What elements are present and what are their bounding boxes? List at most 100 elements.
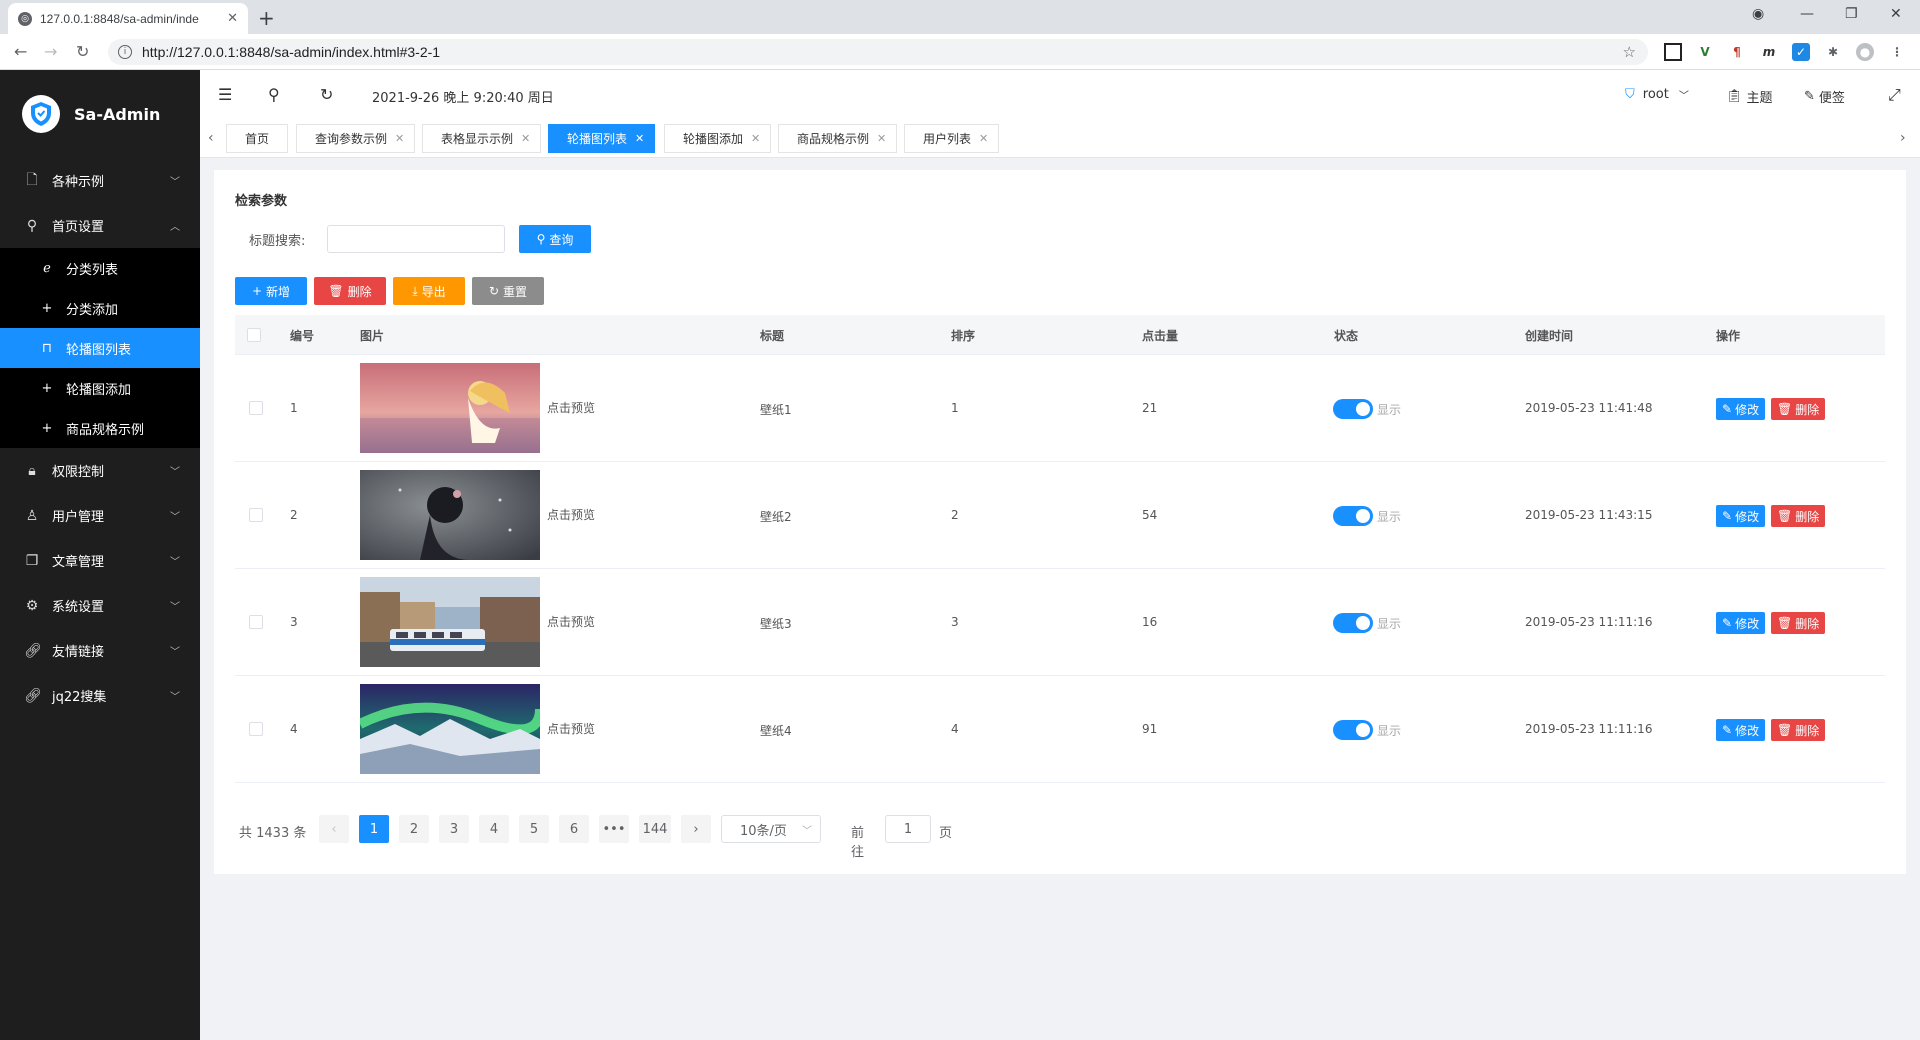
row-checkbox[interactable]: [249, 722, 263, 736]
menu-toggle-icon[interactable]: ☰: [218, 85, 232, 104]
delete-button[interactable]: 🗑︎ 删除: [1771, 719, 1826, 741]
row-checkbox[interactable]: [249, 615, 263, 629]
goto-page-input[interactable]: 1: [885, 815, 931, 843]
sidebar-item-system-settings[interactable]: ⚙ 系统设置 ﹀: [0, 583, 200, 628]
status-toggle[interactable]: [1333, 399, 1373, 419]
refresh-icon[interactable]: ↻: [320, 85, 333, 104]
status-toggle[interactable]: [1333, 613, 1373, 633]
prev-page-button[interactable]: ‹: [319, 815, 349, 843]
delete-button[interactable]: 🗑︎ 删除: [1771, 398, 1826, 420]
more-pages-button[interactable]: •••: [599, 815, 629, 843]
restore-icon[interactable]: ❐: [1845, 6, 1858, 22]
sidebar-item-category-list[interactable]: ℯ 分类列表: [0, 248, 200, 288]
edit-button[interactable]: ✎ 修改: [1716, 505, 1766, 527]
tab-query-params[interactable]: 查询参数示例 ✕: [296, 124, 416, 153]
batch-delete-button[interactable]: 🗑︎ 删除: [314, 277, 386, 305]
page-button[interactable]: 5: [519, 815, 549, 843]
delete-button[interactable]: 🗑︎ 删除: [1771, 505, 1826, 527]
tab-close-icon[interactable]: ✕: [877, 132, 886, 145]
carousel-image[interactable]: [360, 470, 540, 560]
edit-button[interactable]: ✎ 修改: [1716, 612, 1766, 634]
logo[interactable]: Sa-Admin: [0, 70, 200, 158]
minimize-icon[interactable]: —: [1800, 6, 1814, 22]
page-button[interactable]: 2: [399, 815, 429, 843]
tab-close-icon[interactable]: ✕: [979, 132, 988, 145]
extension-pilcrow-icon[interactable]: ¶: [1728, 43, 1746, 61]
bookmark-star-icon[interactable]: ☆: [1623, 43, 1636, 61]
tab-home[interactable]: 首页: [226, 124, 289, 153]
query-button[interactable]: ⚲ 查询: [519, 225, 591, 253]
status-toggle[interactable]: [1333, 506, 1373, 526]
preview-link[interactable]: 点击预览: [547, 506, 595, 523]
export-button[interactable]: ⤓ 导出: [393, 277, 465, 305]
page-size-select[interactable]: 10条/页 ﹀: [721, 815, 821, 843]
tab-product-spec[interactable]: 商品规格示例 ✕: [778, 124, 898, 153]
sidebar-item-carousel-add[interactable]: + 轮播图添加: [0, 368, 200, 408]
page-button[interactable]: 3: [439, 815, 469, 843]
profile-avatar-icon[interactable]: ●: [1856, 43, 1874, 61]
reset-button[interactable]: ↻ 重置: [472, 277, 544, 305]
edit-button[interactable]: ✎ 修改: [1716, 719, 1766, 741]
extension-shield-icon[interactable]: ✓: [1792, 43, 1810, 61]
preview-link[interactable]: 点击预览: [547, 399, 595, 416]
tab-carousel-add[interactable]: 轮播图添加 ✕: [664, 124, 772, 153]
status-toggle[interactable]: [1333, 720, 1373, 740]
tab-close-icon[interactable]: ✕: [521, 132, 530, 145]
close-tab-icon[interactable]: ✕: [227, 11, 238, 26]
extension-vue-icon[interactable]: V: [1696, 43, 1714, 61]
sidebar-item-jq22[interactable]: 🔗︎ jq22搜集 ﹀: [0, 673, 200, 718]
forward-icon[interactable]: →: [44, 42, 57, 61]
sidebar-item-articles[interactable]: ❐ 文章管理 ﹀: [0, 538, 200, 583]
user-menu[interactable]: ⛉ root ﹀: [1625, 87, 1689, 102]
preview-link[interactable]: 点击预览: [547, 720, 595, 737]
next-page-button[interactable]: ›: [681, 815, 711, 843]
sidebar-item-product-spec[interactable]: + 商品规格示例: [0, 408, 200, 448]
sidebar-item-carousel-list[interactable]: ⊓ 轮播图列表: [0, 328, 200, 368]
profile-dropdown-icon[interactable]: ◉: [1752, 6, 1764, 22]
tabs-scroll-right-icon[interactable]: ›: [1900, 130, 1906, 146]
carousel-image[interactable]: [360, 577, 540, 667]
select-all-checkbox[interactable]: [247, 328, 261, 342]
browser-tab[interactable]: ◎ 127.0.0.1:8848/sa-admin/inde ✕: [8, 3, 248, 34]
url-input[interactable]: i http://127.0.0.1:8848/sa-admin/index.h…: [108, 39, 1648, 65]
row-checkbox[interactable]: [249, 508, 263, 522]
note-button[interactable]: ✎ 便签: [1804, 87, 1845, 106]
tab-carousel-list[interactable]: 轮播图列表 ✕: [548, 124, 656, 153]
tab-close-icon[interactable]: ✕: [751, 132, 760, 145]
tab-table-display[interactable]: 表格显示示例 ✕: [422, 124, 542, 153]
browser-menu-icon[interactable]: ⋮: [1888, 43, 1906, 61]
sidebar-item-examples[interactable]: 🗋 各种示例 ﹀: [0, 158, 200, 203]
sidebar-item-home-settings[interactable]: ⚲ 首页设置 ︿: [0, 203, 200, 248]
window-close-icon[interactable]: ✕: [1890, 6, 1902, 22]
page-button[interactable]: 1: [359, 815, 389, 843]
title-search-input[interactable]: [327, 225, 505, 253]
preview-link[interactable]: 点击预览: [547, 613, 595, 630]
back-icon[interactable]: ←: [14, 42, 27, 61]
sidebar-item-category-add[interactable]: + 分类添加: [0, 288, 200, 328]
tab-close-icon[interactable]: ✕: [395, 132, 404, 145]
carousel-image[interactable]: [357, 684, 545, 774]
new-tab-icon[interactable]: +: [258, 6, 275, 30]
row-checkbox[interactable]: [249, 401, 263, 415]
search-icon[interactable]: ⚲: [268, 85, 280, 104]
info-icon[interactable]: i: [118, 45, 132, 59]
carousel-image[interactable]: [360, 363, 540, 453]
page-button[interactable]: 144: [639, 815, 671, 843]
page-button[interactable]: 4: [479, 815, 509, 843]
sidebar-item-permissions[interactable]: 🔒︎ 权限控制 ﹀: [0, 448, 200, 493]
tab-user-list[interactable]: 用户列表 ✕: [904, 124, 1000, 153]
sidebar-item-users[interactable]: ♙ 用户管理 ﹀: [0, 493, 200, 538]
extension-qr-icon[interactable]: [1664, 43, 1682, 61]
page-button[interactable]: 6: [559, 815, 589, 843]
theme-button[interactable]: 📋︎ 主题: [1726, 87, 1773, 106]
edit-button[interactable]: ✎ 修改: [1716, 398, 1766, 420]
add-button[interactable]: + 新增: [235, 277, 307, 305]
extensions-puzzle-icon[interactable]: ✱: [1824, 43, 1842, 61]
extension-m-icon[interactable]: m: [1760, 43, 1778, 61]
delete-button[interactable]: 🗑︎ 删除: [1771, 612, 1826, 634]
tabs-scroll-left-icon[interactable]: ‹: [208, 130, 214, 146]
reload-icon[interactable]: ↻: [76, 42, 89, 61]
sidebar-item-friend-links[interactable]: 🔗︎ 友情链接 ﹀: [0, 628, 200, 673]
tab-close-icon[interactable]: ✕: [635, 132, 644, 145]
fullscreen-icon[interactable]: ⤢: [1888, 85, 1901, 105]
